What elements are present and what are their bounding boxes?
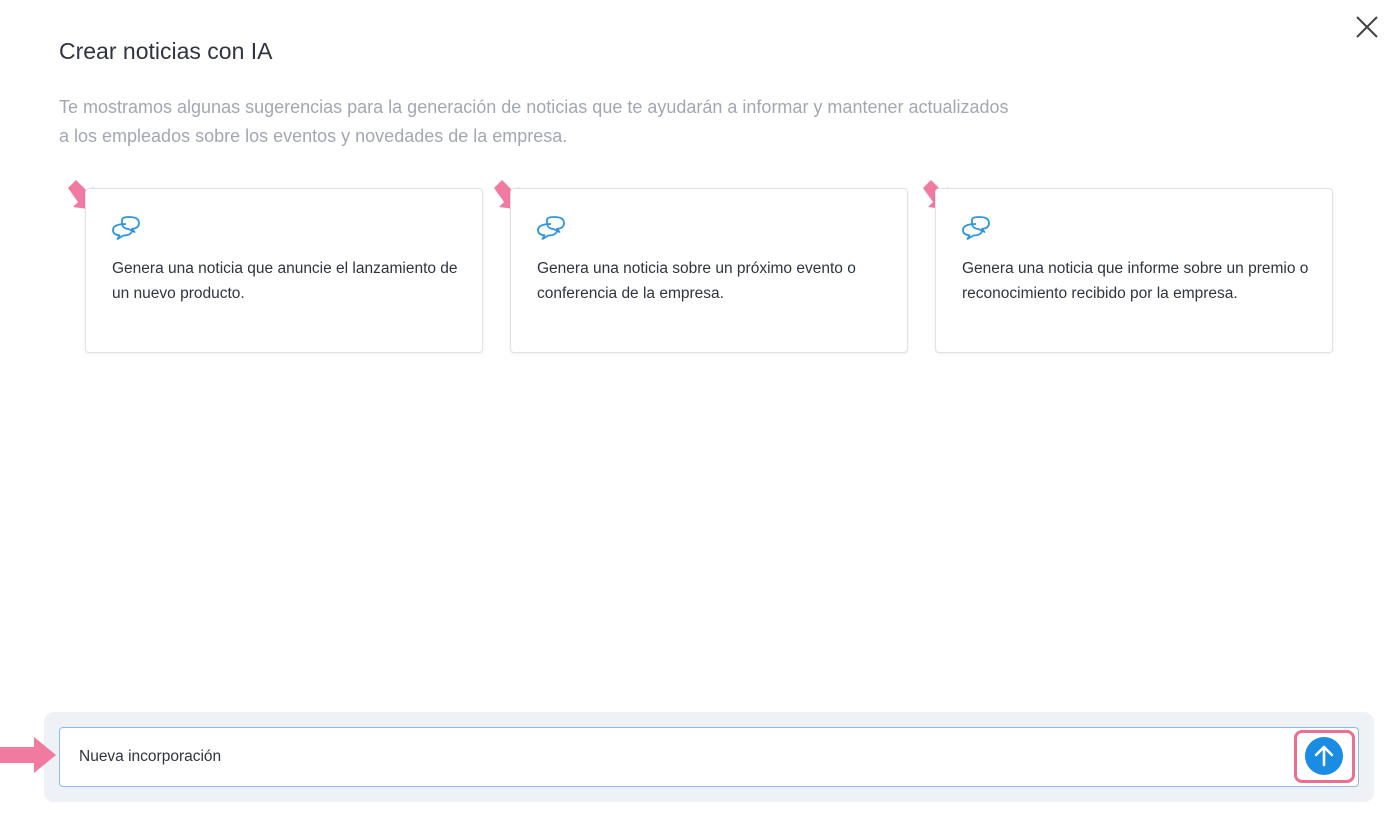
send-button[interactable] [1305, 737, 1343, 775]
prompt-input[interactable] [59, 727, 1359, 787]
dialog-subtitle: Te mostramos algunas sugerencias para la… [59, 97, 1009, 146]
suggestion-text: Genera una noticia que anuncie el lanzam… [112, 260, 458, 302]
chat-bubbles-icon [537, 216, 565, 240]
suggestion-text: Genera una noticia que informe sobre un … [962, 260, 1309, 302]
suggestion-card[interactable]: Genera una noticia que anuncie el lanzam… [85, 188, 483, 353]
create-news-ai-dialog: Crear noticias con IA Te mostramos algun… [0, 0, 1394, 823]
chat-bubbles-icon [962, 216, 990, 240]
arrow-up-icon [1314, 745, 1334, 767]
close-button[interactable] [1354, 14, 1380, 40]
annotation-arrow-icon [0, 737, 56, 773]
suggestion-card[interactable]: Genera una noticia sobre un próximo even… [510, 188, 908, 353]
suggestion-text: Genera una noticia sobre un próximo even… [537, 260, 856, 302]
chat-bubbles-icon [112, 216, 140, 240]
close-icon [1356, 16, 1378, 38]
dialog-title: Crear noticias con IA [59, 38, 273, 64]
suggestion-card[interactable]: Genera una noticia que informe sobre un … [935, 188, 1333, 353]
